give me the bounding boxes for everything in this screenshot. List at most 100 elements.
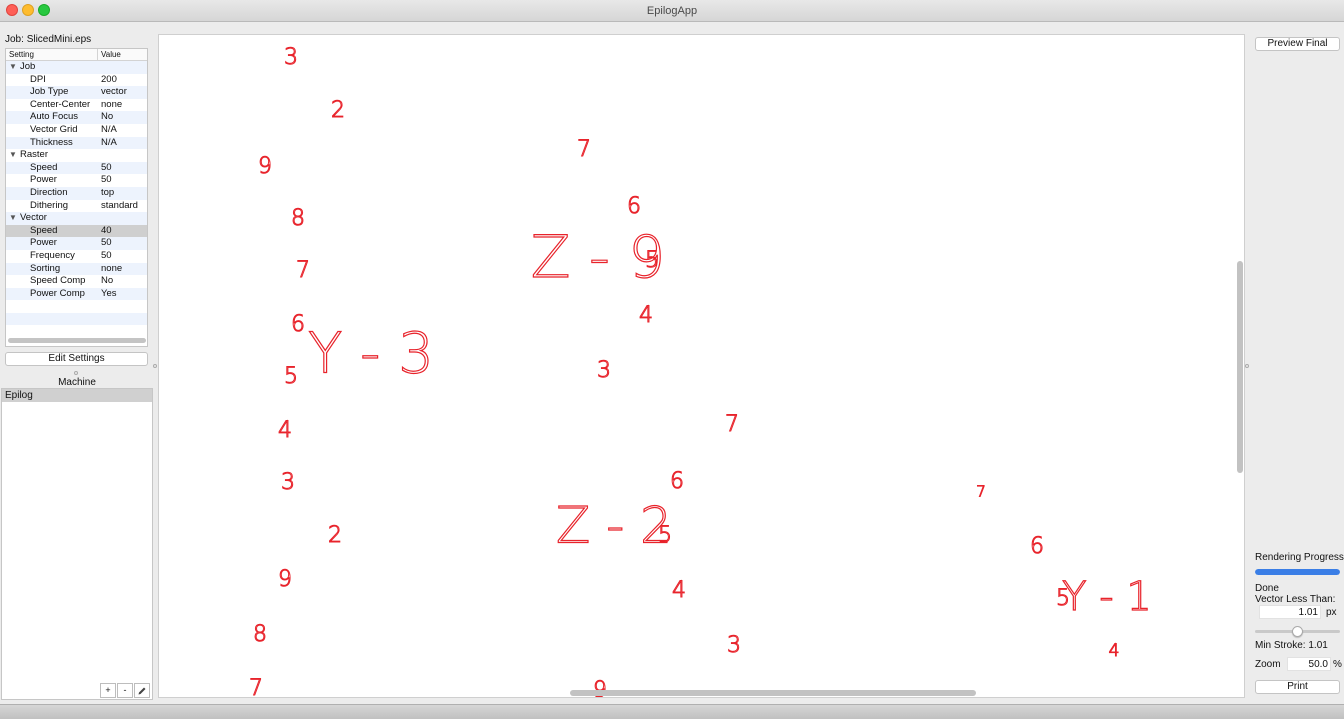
disclosure-triangle-icon[interactable]: ▼ bbox=[9, 61, 20, 74]
zoom-window-button[interactable] bbox=[38, 4, 50, 16]
settings-group-row[interactable]: ▼ Vector bbox=[6, 212, 147, 225]
setting-value[interactable]: N/A bbox=[101, 124, 117, 137]
settings-row[interactable]: Center-Center none bbox=[6, 99, 147, 112]
engraving-glyph: 3 bbox=[597, 358, 611, 383]
setting-name: Vector Grid bbox=[30, 123, 78, 135]
settings-group-row[interactable]: ▼ Raster bbox=[6, 149, 147, 162]
settings-row[interactable]: Vector Grid N/A bbox=[6, 124, 147, 137]
setting-value[interactable]: standard bbox=[101, 200, 138, 213]
settings-row[interactable]: Thickness N/A bbox=[6, 136, 147, 150]
right-pane-divider-handle[interactable] bbox=[1245, 364, 1249, 368]
engraving-glyph: 3 bbox=[727, 633, 741, 658]
edit-machine-button[interactable] bbox=[134, 683, 150, 698]
settings-row[interactable]: Job Type vector bbox=[6, 86, 147, 99]
rendering-progress-label: Rendering Progress bbox=[1255, 552, 1344, 563]
remove-machine-button[interactable]: - bbox=[117, 683, 133, 698]
engraving-glyph: 9 bbox=[278, 567, 292, 592]
setting-value[interactable]: none bbox=[101, 263, 122, 276]
engraving-glyph: Z - 9 bbox=[531, 223, 665, 291]
preview-canvas[interactable]: 3298765432987765437654397654Y - 3Z - 9Z … bbox=[158, 34, 1245, 698]
settings-group-label: Vector bbox=[20, 212, 47, 224]
setting-value[interactable]: 50 bbox=[101, 174, 112, 187]
settings-group-label: Raster bbox=[20, 149, 48, 161]
engraving-glyph: Y - 1 bbox=[1062, 574, 1152, 620]
settings-row[interactable]: Power 50 bbox=[6, 237, 147, 250]
min-stroke-slider-knob[interactable] bbox=[1292, 626, 1303, 637]
setting-value[interactable]: N/A bbox=[101, 137, 117, 150]
setting-value[interactable]: 50 bbox=[101, 162, 112, 175]
edit-settings-button[interactable]: Edit Settings bbox=[5, 352, 148, 366]
setting-value[interactable]: 50 bbox=[101, 237, 112, 250]
setting-value[interactable]: No bbox=[101, 275, 113, 288]
preview-final-button[interactable]: Preview Final bbox=[1255, 37, 1340, 51]
engraving-glyph: 7 bbox=[577, 137, 591, 162]
settings-row[interactable]: Speed 40 bbox=[6, 224, 147, 238]
settings-row[interactable]: Power Comp Yes bbox=[6, 287, 147, 301]
engraving-glyph: 3 bbox=[281, 470, 295, 495]
zoom-unit-label: % bbox=[1333, 659, 1342, 670]
settings-row[interactable]: Direction top bbox=[6, 186, 147, 200]
setting-value[interactable]: 50 bbox=[101, 250, 112, 263]
settings-group-cell: ▼ Raster bbox=[6, 149, 101, 162]
zoom-field[interactable]: 50.0 bbox=[1287, 657, 1331, 671]
settings-row[interactable]: DPI 200 bbox=[6, 74, 147, 87]
setting-name: Center-Center bbox=[30, 98, 91, 110]
settings-table-scrollbar[interactable] bbox=[8, 338, 146, 343]
left-pane-divider-handle[interactable] bbox=[153, 364, 157, 368]
engraving-glyph: 4 bbox=[1109, 641, 1120, 661]
settings-row[interactable]: Sorting none bbox=[6, 262, 147, 276]
setting-name: Power Comp bbox=[30, 287, 85, 299]
print-button[interactable]: Print bbox=[1255, 680, 1340, 694]
rendering-progress-bar bbox=[1255, 569, 1340, 575]
engraving-glyph: Z - 2 bbox=[556, 497, 672, 555]
engraving-glyph: 3 bbox=[284, 45, 298, 70]
settings-empty-row bbox=[6, 325, 147, 338]
settings-group-row[interactable]: ▼ Job bbox=[6, 61, 147, 74]
setting-name: Thickness bbox=[30, 136, 73, 148]
settings-table[interactable]: Setting Value ▼ Job DPI 200 Job Type vector Ce… bbox=[5, 48, 148, 347]
settings-row[interactable]: Speed Comp No bbox=[6, 275, 147, 288]
setting-value[interactable]: No bbox=[101, 111, 113, 124]
engraving-glyph: 4 bbox=[278, 418, 292, 443]
engraving-glyph: 4 bbox=[672, 578, 686, 603]
disclosure-triangle-icon[interactable]: ▼ bbox=[9, 149, 20, 162]
machine-header: Machine bbox=[58, 377, 96, 388]
setting-value[interactable]: Yes bbox=[101, 288, 117, 301]
min-stroke-value: 1.01 bbox=[1308, 640, 1328, 651]
setting-value[interactable]: 40 bbox=[101, 225, 112, 238]
engraving-glyph: 7 bbox=[296, 258, 310, 283]
engraving-glyph: Y - 3 bbox=[308, 321, 434, 386]
canvas-horizontal-scrollbar[interactable] bbox=[570, 690, 976, 696]
engraving-glyph: 4 bbox=[639, 303, 653, 328]
close-window-button[interactable] bbox=[6, 4, 18, 16]
setting-name: Dithering bbox=[30, 199, 69, 211]
machine-item-epilog[interactable]: Epilog bbox=[2, 389, 152, 402]
settings-row[interactable]: Power 50 bbox=[6, 174, 147, 187]
vector-less-than-field[interactable]: 1.01 bbox=[1259, 605, 1321, 619]
split-pane-handle[interactable] bbox=[74, 371, 78, 375]
engraving-glyph: 7 bbox=[976, 483, 986, 501]
setting-name: DPI bbox=[30, 73, 46, 85]
settings-row[interactable]: Speed 50 bbox=[6, 161, 147, 175]
pencil-icon bbox=[138, 687, 146, 695]
setting-value[interactable]: 200 bbox=[101, 74, 117, 87]
engraving-glyph: 5 bbox=[284, 364, 298, 389]
engraving-glyph: 8 bbox=[291, 206, 305, 231]
setting-value[interactable]: top bbox=[101, 187, 114, 200]
minimize-window-button[interactable] bbox=[22, 4, 34, 16]
column-header-setting[interactable]: Setting bbox=[6, 49, 98, 60]
add-machine-button[interactable]: + bbox=[100, 683, 116, 698]
machine-list[interactable]: Epilog bbox=[1, 388, 153, 700]
column-header-value[interactable]: Value bbox=[98, 49, 121, 60]
settings-table-body: ▼ Job DPI 200 Job Type vector Center-Center non… bbox=[6, 61, 147, 338]
window-bottom-bar bbox=[0, 704, 1344, 719]
canvas-vertical-scrollbar[interactable] bbox=[1237, 261, 1243, 473]
setting-value[interactable]: none bbox=[101, 99, 122, 112]
setting-value[interactable]: vector bbox=[101, 86, 127, 99]
settings-group-label: Job bbox=[20, 61, 36, 72]
settings-row[interactable]: Frequency 50 bbox=[6, 250, 147, 263]
disclosure-triangle-icon[interactable]: ▼ bbox=[9, 212, 20, 225]
settings-row[interactable]: Dithering standard bbox=[6, 200, 147, 213]
settings-row[interactable]: Auto Focus No bbox=[6, 111, 147, 124]
engraving-glyph: 2 bbox=[328, 523, 342, 548]
